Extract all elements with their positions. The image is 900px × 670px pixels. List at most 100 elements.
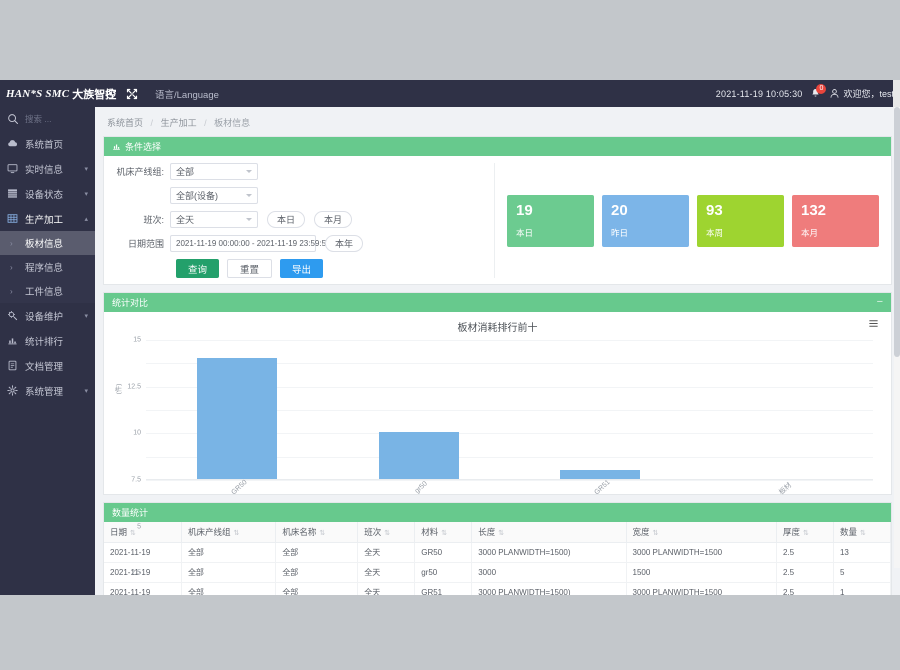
filter-body: 机床产线组: 全部 全部(设备): [104, 156, 891, 284]
user-menu[interactable]: 欢迎您，test: [829, 87, 894, 100]
chart-y-tick: 10: [133, 430, 141, 437]
export-button[interactable]: 导出: [280, 259, 323, 278]
stat-card-week[interactable]: 93 本周: [697, 195, 784, 247]
sidebar-item-documents[interactable]: 文档管理: [0, 353, 95, 378]
filter-card: 条件选择 机床产线组: 全部: [103, 136, 892, 285]
bar-chart-icon: [7, 335, 18, 346]
chart-bar-cell: [510, 340, 692, 479]
sidebar-item-home[interactable]: 系统首页: [0, 131, 95, 156]
chart-plot-area: 02.557.51012.515: [146, 340, 881, 480]
sidebar-item-production[interactable]: 生产加工 ▴: [0, 206, 95, 231]
table-column-header[interactable]: 数量⇅: [833, 522, 890, 543]
table-cell: 2021-11-19: [104, 543, 181, 563]
table-row[interactable]: 2021-11-19全部全部全天GR503000 PLANWIDTH=1500)…: [104, 543, 891, 563]
notification-bell[interactable]: 0: [810, 88, 821, 99]
sidebar-item-label: 文档管理: [25, 359, 88, 373]
target-icon[interactable]: [105, 88, 116, 99]
chart-y-tick: 7.5: [131, 477, 141, 484]
welcome-text: 欢迎您，test: [843, 87, 894, 100]
month-quick-filter[interactable]: 本月: [314, 211, 352, 228]
table-cell: 全部: [276, 563, 358, 583]
scrollbar-cap: [893, 80, 900, 107]
table-cell: 3000: [472, 563, 626, 583]
sort-icon[interactable]: ⇅: [498, 530, 504, 537]
reset-button[interactable]: 重置: [227, 259, 272, 278]
table-column-header[interactable]: 机床名称⇅: [276, 522, 358, 543]
query-button[interactable]: 查询: [176, 259, 219, 278]
sidebar-item-plate-info[interactable]: › 板材信息: [0, 231, 95, 255]
table-column-header[interactable]: 宽度⇅: [626, 522, 776, 543]
filter-buttons: 查询 重置 导出: [110, 259, 488, 278]
machine-group-row: 机床产线组: 全部: [110, 163, 488, 180]
table-row[interactable]: 2021-11-19全部全部全天GR513000 PLANWIDTH=1500)…: [104, 583, 891, 596]
sidebar-search[interactable]: 搜索 ...: [0, 107, 95, 131]
machine-group-select[interactable]: 全部: [170, 163, 258, 180]
sidebar-item-workpiece-info[interactable]: › 工件信息: [0, 279, 95, 303]
sort-icon[interactable]: ⇅: [130, 530, 136, 537]
sort-icon[interactable]: ⇅: [860, 530, 866, 537]
chart-x-labels: GR50gr50GR51板材: [146, 480, 873, 508]
table-column-header[interactable]: 日期⇅: [104, 522, 181, 543]
table-cell: 1500: [626, 563, 776, 583]
chevron-right-icon: ›: [10, 263, 18, 272]
minus-icon[interactable]: −: [877, 298, 883, 307]
table-column-header[interactable]: 班次⇅: [358, 522, 415, 543]
table-cell: 全天: [358, 563, 415, 583]
app-logo[interactable]: HAN*S SMC 大族智控: [0, 86, 95, 102]
chart-bar-cell: [328, 340, 510, 479]
breadcrumb-home[interactable]: 系统首页: [107, 118, 143, 128]
table-column-header[interactable]: 机床产线组⇅: [181, 522, 275, 543]
table-column-header[interactable]: 长度⇅: [472, 522, 626, 543]
hamburger-icon[interactable]: [868, 318, 879, 332]
breadcrumb: 系统首页 / 生产加工 / 板材信息: [103, 107, 892, 136]
today-quick-filter[interactable]: 本日: [267, 211, 305, 228]
chevron-down-icon: ▾: [84, 387, 88, 395]
desktop-background: HAN*S SMC 大族智控 语言/Language 2021-11-19 10…: [0, 0, 900, 670]
content-scrollbar-thumb[interactable]: [894, 107, 900, 357]
chart-bar-cell: [146, 340, 328, 479]
sidebar-item-maintenance[interactable]: 设备维护 ▾: [0, 303, 95, 328]
table-cell: 全部: [181, 563, 275, 583]
table-cell: 5: [833, 563, 890, 583]
table-cell: 13: [833, 543, 890, 563]
table-column-header[interactable]: 材料⇅: [415, 522, 472, 543]
breadcrumb-level2[interactable]: 生产加工: [161, 118, 197, 128]
year-quick-filter[interactable]: 本年: [325, 235, 363, 252]
top-bar-right: 2021-11-19 10:05:30 0 欢迎您，test: [716, 87, 900, 100]
stat-label: 本周: [706, 227, 775, 239]
stat-card-today[interactable]: 19 本日: [507, 195, 594, 247]
sidebar-item-statistics[interactable]: 统计排行: [0, 328, 95, 353]
sidebar-submenu-production: › 板材信息 › 程序信息 › 工件信息: [0, 231, 95, 303]
machine-name-select[interactable]: 全部(设备): [170, 187, 258, 204]
sidebar-item-program-info[interactable]: › 程序信息: [0, 255, 95, 279]
expand-icon[interactable]: [126, 88, 138, 100]
chart-bar[interactable]: [197, 358, 277, 479]
sort-icon[interactable]: ⇅: [803, 530, 809, 537]
table-row[interactable]: 2021-11-19全部全部全天gr50300015002.55: [104, 563, 891, 583]
sidebar-item-realtime[interactable]: 实时信息 ▾: [0, 156, 95, 181]
sidebar-item-device-status[interactable]: 设备状态 ▾: [0, 181, 95, 206]
shift-select[interactable]: 全天: [170, 211, 258, 228]
date-range-input[interactable]: 2021-11-19 00:00:00 - 2021-11-19 23:59:5…: [170, 235, 316, 252]
chart-x-tick: GR51: [594, 479, 623, 508]
sidebar-item-system-admin[interactable]: 系统管理 ▾: [0, 378, 95, 403]
chart-bar[interactable]: [379, 432, 459, 479]
cloud-icon: [7, 138, 18, 149]
table-card: 数量统计 日期⇅机床产线组⇅机床名称⇅班次⇅材料⇅长度⇅宽度⇅厚度⇅数量⇅ 20…: [103, 502, 892, 595]
language-switcher[interactable]: 语言/Language: [155, 87, 219, 101]
stat-card-yesterday[interactable]: 20 昨日: [602, 195, 689, 247]
sort-icon[interactable]: ⇅: [384, 530, 390, 537]
date-range-row: 日期范围 2021-11-19 00:00:00 - 2021-11-19 23…: [110, 235, 488, 252]
sort-icon[interactable]: ⇅: [653, 530, 659, 537]
sidebar-item-label: 工件信息: [25, 284, 88, 298]
table-column-header[interactable]: 厚度⇅: [776, 522, 833, 543]
sort-icon[interactable]: ⇅: [441, 530, 447, 537]
stat-card-month[interactable]: 132 本月: [792, 195, 879, 247]
machine-group-value: 全部: [176, 165, 246, 178]
gear-wrench-icon: [7, 310, 18, 321]
chart-bar[interactable]: [560, 470, 640, 479]
sidebar-item-label: 系统首页: [25, 137, 88, 151]
content-scrollbar-track[interactable]: [894, 107, 900, 568]
sort-icon[interactable]: ⇅: [233, 530, 239, 537]
sort-icon[interactable]: ⇅: [319, 530, 325, 537]
